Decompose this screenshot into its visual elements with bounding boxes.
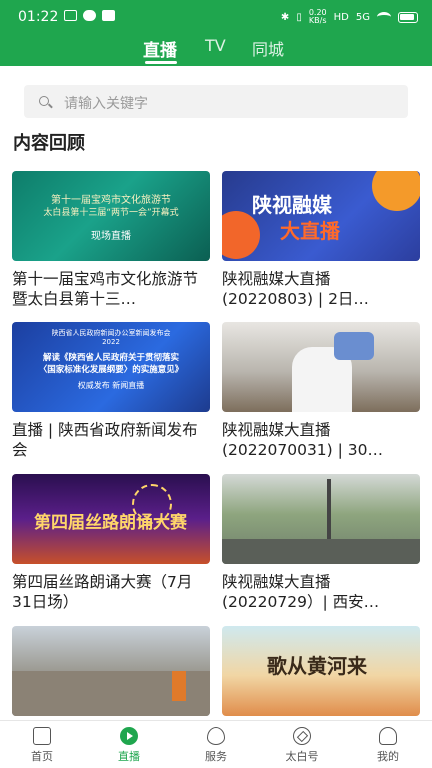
- video-title: 直播 | 陕西省政府新闻发布会: [12, 421, 198, 459]
- nav-label: 服务: [205, 750, 227, 763]
- status-time: 01:22: [18, 9, 59, 25]
- video-card[interactable]: 陕西省人民政府新闻办公室新闻发布会 2022 解读《陕西省人民政府关于贯彻落实 …: [12, 322, 210, 460]
- thumb-text: 2022: [102, 338, 120, 346]
- app-notification-icon: [64, 10, 77, 21]
- vibrate-icon: ▯: [296, 11, 302, 23]
- thumb-text: 权威发布 新闻直播: [77, 381, 145, 390]
- video-title: 陕视融媒大直播(20220729）| 西安…: [222, 573, 380, 611]
- net-speed: 0.20 KB/s: [309, 9, 327, 25]
- nav-label: 首页: [31, 750, 53, 763]
- hd-label: HD: [333, 11, 349, 23]
- video-thumbnail: [222, 322, 420, 412]
- decor-circle: [372, 171, 420, 211]
- nav-label: 太白号: [285, 750, 319, 763]
- battery-icon: [398, 11, 418, 23]
- thumb-text: 歌从黄河来: [267, 654, 367, 678]
- video-thumbnail: [12, 626, 210, 716]
- chat-notification-icon: [83, 10, 96, 21]
- nav-service[interactable]: 服务: [186, 727, 246, 764]
- pole: [327, 479, 331, 539]
- status-right-icons: ✱ ▯ 0.20 KB/s HD 5G: [281, 9, 418, 25]
- search-icon: [39, 96, 49, 106]
- video-thumbnail: 第十一届宝鸡市文化旅游节 太白县第十三届“两节一会”开幕式 现场直播: [12, 171, 210, 261]
- wifi-icon: [377, 12, 391, 22]
- tab-tv[interactable]: TV: [205, 36, 226, 55]
- thumb-text: 解读《陕西省人民政府关于贯彻落实: [42, 353, 179, 363]
- decor-circle: [222, 211, 260, 259]
- video-thumbnail: 陕西省人民政府新闻办公室新闻发布会 2022 解读《陕西省人民政府关于贯彻落实 …: [12, 322, 210, 412]
- thumb-text: 陕视融媒: [252, 193, 332, 217]
- video-card[interactable]: 陕视融媒大直播(20220729）| 西安…: [222, 474, 420, 612]
- net-speed-unit: KB/s: [308, 16, 327, 25]
- search-input[interactable]: 请输入关键字: [24, 85, 408, 118]
- thumb-text: 大直播: [280, 219, 340, 243]
- notification-icons: [64, 10, 115, 21]
- video-thumbnail: 陕视融媒 大直播: [222, 171, 420, 261]
- nav-live[interactable]: 直播: [99, 727, 159, 764]
- thumb-text: 第十一届宝鸡市文化旅游节: [51, 195, 171, 206]
- thumb-text: 陕西省人民政府新闻办公室新闻发布会: [51, 329, 171, 337]
- video-title: 陕视融媒大直播(20220803) | 2日…: [222, 270, 369, 308]
- top-tabs: 直播 TV 同城: [0, 34, 432, 66]
- firework-decor: [132, 484, 172, 524]
- tab-live[interactable]: 直播: [143, 36, 177, 61]
- compass-icon: [293, 727, 311, 745]
- thumb-text: 现场直播: [91, 231, 131, 242]
- video-card[interactable]: 第四届丝路朗诵大赛 第四届丝路朗诵大赛（7月31日场）: [12, 474, 210, 612]
- video-title: 第四届丝路朗诵大赛（7月31日场）: [12, 573, 193, 611]
- note-notification-icon: [102, 10, 115, 21]
- video-card[interactable]: 第十一届宝鸡市文化旅游节 太白县第十三届“两节一会”开幕式 现场直播 第十一届宝…: [12, 171, 210, 309]
- nav-mine[interactable]: 我的: [358, 727, 418, 764]
- nav-label: 直播: [118, 750, 140, 763]
- top-header: 01:22 ✱ ▯ 0.20 KB/s HD 5G 直播 TV 同城: [0, 0, 432, 66]
- nav-taibai[interactable]: 太白号: [272, 727, 332, 764]
- bluetooth-icon: ✱: [280, 11, 290, 23]
- video-title: 第十一届宝鸡市文化旅游节暨太白县第十三…: [12, 270, 199, 308]
- video-title: 陕视融媒大直播(2022070031) | 30…: [222, 421, 384, 459]
- live-play-icon: [120, 727, 138, 745]
- search-placeholder: 请输入关键字: [64, 96, 148, 112]
- worker-figure: [172, 671, 186, 701]
- video-thumbnail: [222, 474, 420, 564]
- nav-home[interactable]: 首页: [12, 727, 72, 764]
- video-thumbnail: 歌从黄河来: [222, 626, 420, 716]
- status-bar: 01:22 ✱ ▯ 0.20 KB/s HD 5G: [0, 0, 432, 34]
- home-icon: [33, 727, 51, 745]
- tab-local[interactable]: 同城: [252, 36, 284, 60]
- thumb-text: 太白县第十三届“两节一会”开幕式: [43, 208, 179, 218]
- video-card[interactable]: 陕视融媒 大直播 陕视融媒大直播(20220803) | 2日…: [222, 171, 420, 309]
- active-tab-indicator: [145, 61, 177, 64]
- street: [222, 539, 420, 564]
- sign-board: [334, 332, 374, 360]
- thumb-text: 〈国家标准化发展纲要〉的实施意见》: [38, 365, 184, 375]
- signal-label: 5G: [355, 11, 370, 23]
- service-icon: [207, 727, 225, 745]
- nav-label: 我的: [377, 750, 399, 763]
- video-thumbnail: 第四届丝路朗诵大赛: [12, 474, 210, 564]
- bottom-navigation: 首页 直播 服务 太白号 我的: [0, 720, 432, 768]
- video-card[interactable]: 陕视融媒大直播(2022070031) | 30…: [222, 322, 420, 460]
- user-icon: [379, 727, 397, 745]
- section-title: 内容回顾: [13, 133, 85, 154]
